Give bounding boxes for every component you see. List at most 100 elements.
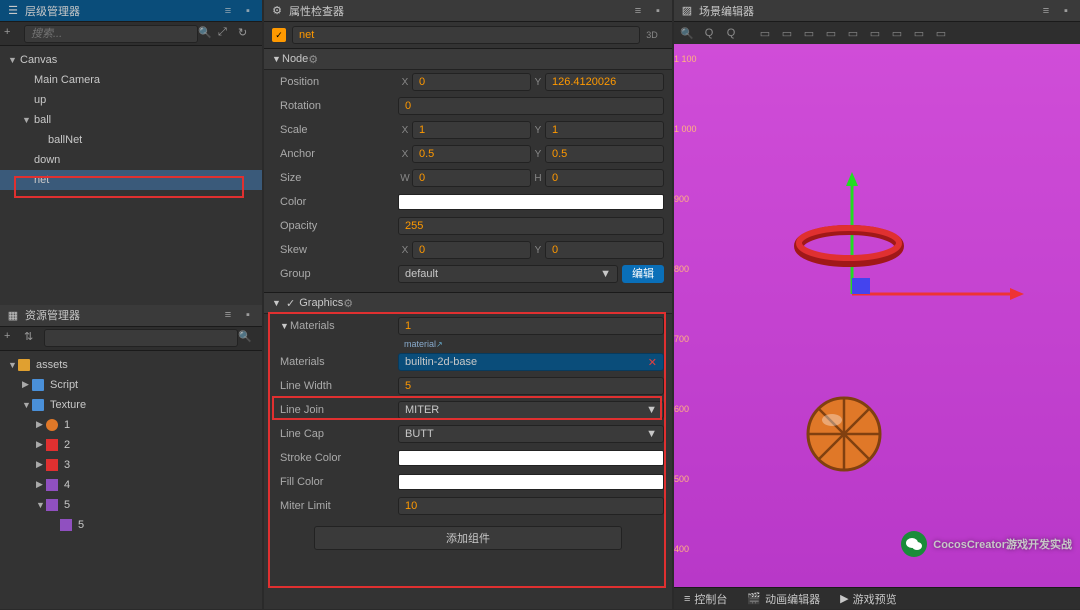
tab-preview[interactable]: ▶游戏预览 [830, 588, 906, 610]
align-icon[interactable]: ▭ [844, 24, 862, 42]
asset-item-5[interactable]: ▼5 [0, 495, 262, 515]
skew-y-input[interactable] [545, 241, 664, 259]
search-icon[interactable]: 🔍 [238, 330, 254, 346]
scale-y-input[interactable] [545, 121, 664, 139]
scene-viewport[interactable]: 1 1001 000900800700600500400 CocosCreato… [674, 44, 1080, 587]
assets-icon: ▦ [6, 308, 20, 322]
asset-item-Texture[interactable]: ▼Texture [0, 395, 262, 415]
graphics-section-header[interactable]: ▼ ✓ Graphics ⚙ [264, 292, 672, 314]
fill-swatch[interactable] [398, 474, 664, 490]
size-w-input[interactable] [412, 169, 531, 187]
linecap-select[interactable]: BUTT▼ [398, 425, 664, 443]
refresh-icon[interactable]: ↻ [238, 26, 254, 42]
inspector-panel-header[interactable]: ⚙ 属性检查器 ≡ ▪ [264, 0, 672, 22]
group-edit-button[interactable]: 编辑 [622, 265, 664, 283]
group-label: Group [280, 268, 398, 280]
add-component-button[interactable]: 添加组件 [314, 526, 622, 550]
material-field[interactable]: builtin-2d-base✕ [398, 353, 664, 371]
asset-item-5[interactable]: 5 [0, 515, 262, 535]
asset-item-2[interactable]: ▶2 [0, 435, 262, 455]
assets-toolbar: + ⇅ 🔍 [0, 327, 262, 351]
hierarchy-item-Canvas[interactable]: ▼Canvas [0, 50, 262, 70]
scale-x-input[interactable] [412, 121, 531, 139]
group-select[interactable]: default▼ [398, 265, 618, 283]
zoom-out-icon[interactable]: Q [700, 24, 718, 42]
component-enabled-checkbox[interactable]: ✓ [286, 297, 295, 310]
inspector-body: ✓ 3D ▼ Node ⚙ PositionXY Rotation ScaleX… [264, 22, 672, 609]
asset-item-3[interactable]: ▶3 [0, 455, 262, 475]
hierarchy-item-ballNet[interactable]: ballNet [0, 130, 262, 150]
stroke-swatch[interactable] [398, 450, 664, 466]
gear-icon[interactable]: ⚙ [308, 53, 322, 66]
graphics-title: Graphics [299, 297, 343, 309]
node-section-header[interactable]: ▼ Node ⚙ [264, 48, 672, 70]
hierarchy-item-net[interactable]: net [0, 170, 262, 190]
add-node-icon[interactable]: + [4, 26, 20, 42]
asset-item-assets[interactable]: ▼assets [0, 355, 262, 375]
align-icon[interactable]: ▭ [756, 24, 774, 42]
anchor-y-input[interactable] [545, 145, 664, 163]
align-icon[interactable]: ▭ [800, 24, 818, 42]
preview-icon: ▶ [840, 592, 848, 605]
hierarchy-toolbar: + 🔍 ⤢ ↻ [0, 22, 262, 46]
scene-panel-header[interactable]: ▨ 场景编辑器 ≡ ▪ [674, 0, 1080, 22]
clear-icon[interactable]: ✕ [648, 356, 657, 369]
gear-icon[interactable]: ⚙ [343, 297, 357, 310]
panel-menu-icon[interactable]: ≡ [630, 3, 646, 19]
anchor-x-input[interactable] [412, 145, 531, 163]
linewidth-input[interactable] [398, 377, 664, 395]
align-icon[interactable]: ▭ [910, 24, 928, 42]
node-name-input[interactable] [292, 26, 640, 44]
search-icon[interactable]: 🔍 [198, 26, 214, 42]
rotation-label: Rotation [280, 100, 398, 112]
materials-count-input[interactable] [398, 317, 664, 335]
panel-menu-icon[interactable]: ≡ [220, 307, 236, 323]
asset-item-1[interactable]: ▶1 [0, 415, 262, 435]
panel-close-icon[interactable]: ▪ [650, 3, 666, 19]
hierarchy-item-up[interactable]: up [0, 90, 262, 110]
asset-item-4[interactable]: ▶4 [0, 475, 262, 495]
asset-item-Script[interactable]: ▶Script [0, 375, 262, 395]
rotation-input[interactable] [398, 97, 664, 115]
tab-console[interactable]: ≡控制台 [674, 588, 737, 610]
position-x-input[interactable] [412, 73, 531, 91]
color-swatch[interactable] [398, 194, 664, 210]
linejoin-select[interactable]: MITER▼ [398, 401, 664, 419]
size-h-input[interactable] [545, 169, 664, 187]
assets-search-input[interactable] [44, 329, 238, 347]
align-icon[interactable]: ▭ [866, 24, 884, 42]
gear-icon: ⚙ [270, 4, 284, 18]
size-label: Size [280, 172, 398, 184]
node-enabled-checkbox[interactable]: ✓ [272, 28, 286, 42]
linejoin-label: Line Join [280, 404, 398, 416]
miter-input[interactable] [398, 497, 664, 515]
hierarchy-item-down[interactable]: down [0, 150, 262, 170]
add-asset-icon[interactable]: + [4, 330, 20, 346]
panel-close-icon[interactable]: ▪ [240, 3, 256, 19]
expand-icon[interactable]: ⤢ [218, 26, 234, 42]
sort-icon[interactable]: ⇅ [24, 330, 40, 346]
tab-timeline[interactable]: 🎬动画编辑器 [737, 588, 830, 610]
assets-panel-header[interactable]: ▦ 资源管理器 ≡ ▪ [0, 305, 262, 327]
zoom-in-icon[interactable]: 🔍 [678, 24, 696, 42]
zoom-fit-icon[interactable]: Q [722, 24, 740, 42]
wechat-icon [901, 531, 927, 557]
align-icon[interactable]: ▭ [888, 24, 906, 42]
hierarchy-item-ball[interactable]: ▼ball [0, 110, 262, 130]
3d-toggle[interactable]: 3D [640, 30, 664, 40]
align-icon[interactable]: ▭ [932, 24, 950, 42]
align-icon[interactable]: ▭ [778, 24, 796, 42]
panel-close-icon[interactable]: ▪ [1058, 3, 1074, 19]
hierarchy-panel-header[interactable]: ☰ 层级管理器 ≡ ▪ [0, 0, 262, 22]
position-y-input[interactable] [545, 73, 664, 91]
hierarchy-item-Main Camera[interactable]: Main Camera [0, 70, 262, 90]
panel-close-icon[interactable]: ▪ [240, 307, 256, 323]
opacity-input[interactable] [398, 217, 664, 235]
align-icon[interactable]: ▭ [822, 24, 840, 42]
panel-menu-icon[interactable]: ≡ [1038, 3, 1054, 19]
hierarchy-search-input[interactable] [24, 25, 198, 43]
position-label: Position [280, 76, 398, 88]
ruler-vertical: 1 1001 000900800700600500400 [674, 44, 702, 587]
panel-menu-icon[interactable]: ≡ [220, 3, 236, 19]
skew-x-input[interactable] [412, 241, 531, 259]
